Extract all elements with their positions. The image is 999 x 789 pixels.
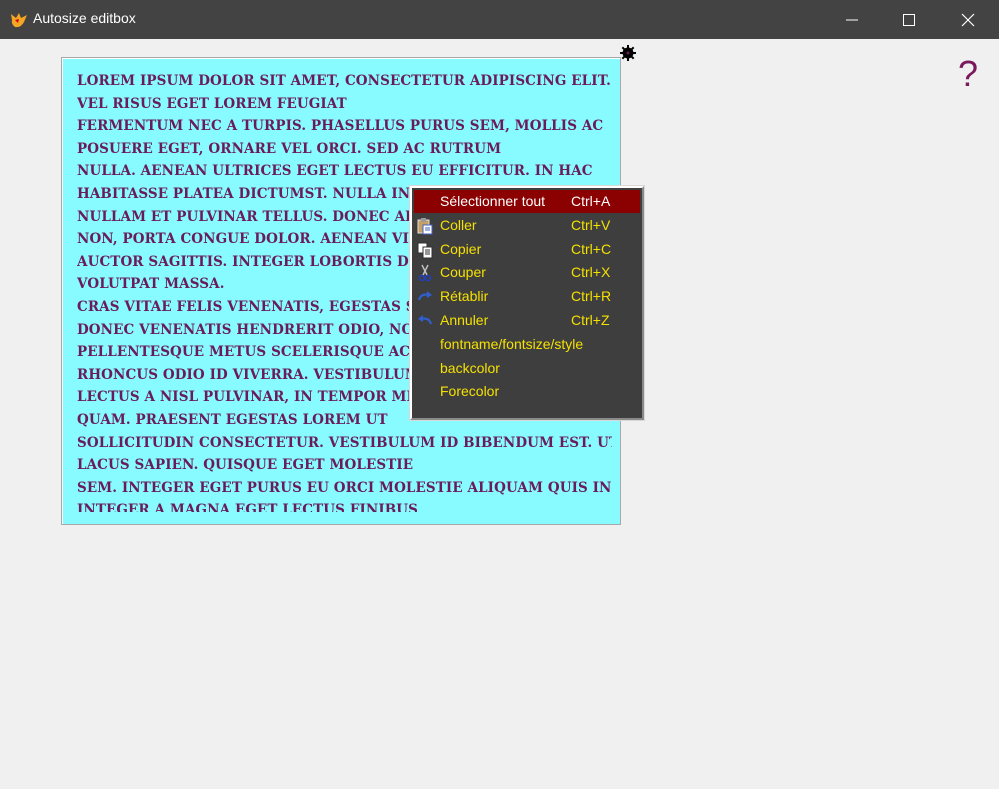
menu-item-coller[interactable]: Coller Ctrl+V (414, 214, 640, 237)
menu-item-label: Forecolor (440, 383, 500, 400)
maximize-button[interactable] (886, 0, 932, 39)
menu-item-backcolor[interactable]: backcolor (414, 357, 640, 380)
resize-handle-icon[interactable] (619, 44, 637, 62)
minimize-button[interactable] (829, 0, 875, 39)
menu-item-label: backcolor (440, 359, 500, 376)
menu-item-label: Copier (440, 240, 482, 257)
editbox-line: fermentum nec a turpis. Phasellus purus … (77, 118, 604, 135)
editbox-line: posuere eget, ornare vel orci. Sed ac ru… (77, 140, 502, 157)
maximize-icon (903, 14, 915, 26)
menu-item-label: Couper (440, 264, 486, 281)
menu-item-couper[interactable]: Couper Ctrl+X (414, 261, 640, 284)
help-icon[interactable]: ? (958, 54, 978, 94)
menu-item-annuler[interactable]: Annuler Ctrl+Z (414, 309, 640, 332)
editbox-line: nulla. Aenean ultrices eget lectus eu ef… (77, 163, 593, 180)
copy-icon (416, 241, 434, 259)
context-menu: Sélectionner tout Ctrl+A Coller Ctrl+V Copie… (409, 185, 645, 421)
editbox-line: lacus sapien. Quisque eget molestie (77, 457, 414, 474)
menu-item-shortcut: Ctrl+V (571, 216, 611, 233)
undo-icon (416, 312, 434, 330)
close-button[interactable] (945, 0, 991, 39)
menu-item-shortcut: Ctrl+A (571, 193, 611, 209)
menu-item-shortcut: Ctrl+X (571, 264, 611, 281)
menu-item-label: fontname/fontsize/style (440, 335, 584, 352)
menu-item-shortcut: Ctrl+C (571, 240, 612, 257)
menu-item-label: Sélectionner tout (440, 193, 546, 209)
menu-item-fontname-fontsize-style[interactable]: fontname/fontsize/style (414, 333, 640, 356)
redo-icon (416, 288, 434, 306)
editbox-line: sem. Integer eget purus eu orci molestie… (77, 479, 612, 496)
editbox-line: Lorem ipsum dolor sit amet, consectetur … (77, 73, 612, 89)
app-logo-icon (9, 10, 29, 30)
close-icon (961, 13, 975, 27)
minimize-icon (846, 19, 858, 21)
menu-item-label: Coller (440, 216, 477, 233)
scissors-icon (416, 264, 434, 282)
menu-item-label: Annuler (440, 312, 489, 328)
menu-item-s-lectionner-tout[interactable]: Sélectionner tout Ctrl+A (414, 190, 640, 213)
editbox-line: sollicitudin consectetur. Vestibulum id … (77, 434, 612, 451)
editbox-line: vel risus eget lorem feugiat (77, 95, 347, 112)
paste-icon (416, 217, 434, 235)
menu-item-r-tablir[interactable]: Rétablir Ctrl+R (414, 285, 640, 308)
menu-item-shortcut: Ctrl+R (571, 288, 612, 305)
title-bar[interactable]: Autosize editbox (0, 0, 999, 39)
editbox-line: Integer a magna eget lectus finibus (77, 502, 418, 512)
menu-item-forecolor[interactable]: Forecolor (414, 380, 640, 403)
menu-item-copier[interactable]: Copier Ctrl+C (414, 238, 640, 261)
menu-item-shortcut: Ctrl+Z (571, 312, 610, 328)
window-title: Autosize editbox (33, 10, 136, 26)
menu-item-label: Rétablir (440, 288, 489, 305)
